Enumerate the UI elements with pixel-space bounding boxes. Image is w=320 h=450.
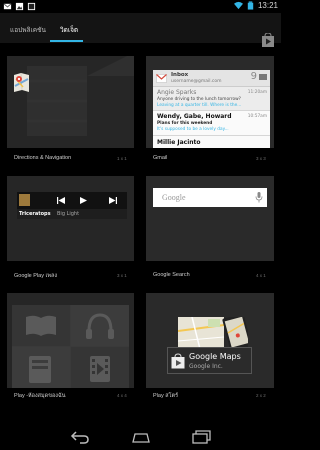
message-preview: Leaving at a quarter till. Where is the.… xyxy=(157,103,242,108)
gmail-inbox-label: Inbox xyxy=(171,72,189,78)
google-search-bar: Google xyxy=(153,188,267,207)
gmail-widget-card: Inbox username@gmail.com 9 Angie Sparks … xyxy=(153,70,270,148)
play-store-app-card: Google Maps Google Inc. xyxy=(167,347,252,374)
store-app-title: Google Maps xyxy=(189,352,241,361)
gmail-header: Inbox username@gmail.com 9 xyxy=(153,70,270,87)
play-store-bag-icon xyxy=(171,353,185,369)
wifi-icon xyxy=(233,1,243,10)
back-icon[interactable] xyxy=(70,430,90,444)
track-artist: Big Light xyxy=(57,211,80,217)
notification-icons xyxy=(3,2,36,11)
status-bar: 13:21 xyxy=(0,0,281,13)
music-controls xyxy=(17,192,127,209)
books-icon xyxy=(26,315,56,336)
message-subject: Plans for this weekend xyxy=(157,121,213,126)
message-preview: It's supposed to be a lovely day... xyxy=(157,127,229,132)
next-track-icon xyxy=(109,197,117,204)
widget-size: 1 x 1 xyxy=(117,156,127,161)
widget-size: 3 x 1 xyxy=(117,273,127,278)
gmail-icon xyxy=(3,3,12,10)
tab-bar: แอปพลิเคชัน วิดเจ็ต xyxy=(0,13,281,47)
gmail-logo-icon xyxy=(156,74,167,83)
gmail-unread-count: 9 xyxy=(250,71,257,82)
message-time: 11:20am xyxy=(247,90,267,95)
home-icon[interactable] xyxy=(131,430,151,444)
gmail-message: Angie Sparks 11:20am Anyone driving to t… xyxy=(153,87,270,111)
widget-size: 2 x 2 xyxy=(256,393,266,398)
tab-apps[interactable]: แอปพลิเคชัน xyxy=(10,25,46,35)
widget-size: 4 x 1 xyxy=(256,273,266,278)
play-icon xyxy=(80,197,87,204)
directions-bg-pattern xyxy=(27,56,134,136)
message-subject: Anyone driving to the lunch tomorrow? xyxy=(157,97,241,102)
store-app-developer: Google Inc. xyxy=(189,363,223,370)
navigation-bar xyxy=(0,425,281,450)
directions-app-icon xyxy=(14,73,29,92)
library-widget-grid xyxy=(12,305,129,388)
widget-caption: Google Play เพลง xyxy=(14,273,58,279)
widget-size: 4 x 4 xyxy=(117,393,127,398)
widget-size: 3 x 3 xyxy=(256,156,266,161)
message-sender: Millie Jacinto xyxy=(157,139,201,146)
widget-caption: Play สโตร์ xyxy=(153,393,179,399)
widget-directions-preview[interactable] xyxy=(7,56,134,148)
play-store-shortcut-icon[interactable] xyxy=(261,33,275,47)
widget-caption: Google Search xyxy=(153,272,190,278)
search-placeholder: Google xyxy=(162,193,186,202)
music-track-info: Triceratops Big Light xyxy=(17,209,127,219)
tab-widgets[interactable]: วิดเจ็ต xyxy=(60,25,78,35)
battery-icon xyxy=(247,1,254,10)
album-art xyxy=(19,194,30,206)
message-sender: Angie Sparks xyxy=(157,89,197,96)
library-icons xyxy=(12,305,129,388)
clock: 13:21 xyxy=(257,1,278,10)
recent-apps-icon[interactable] xyxy=(191,430,211,444)
previous-track-icon xyxy=(57,197,65,204)
widget-caption: Directions & Navigation xyxy=(14,155,72,161)
gallery-icon xyxy=(15,2,24,11)
message-sender: Wendy, Gabe, Howard xyxy=(157,113,232,120)
widget-caption: Play -ห้องสมุดของฉัน xyxy=(14,393,66,399)
microphone-icon xyxy=(255,192,263,203)
blackboard-icon xyxy=(27,2,36,11)
gmail-message: Wendy, Gabe, Howard 10:57am Plans for th… xyxy=(153,111,270,136)
track-title: Triceratops xyxy=(19,211,51,217)
message-time: 10:57am xyxy=(247,114,267,119)
gmail-account: username@gmail.com xyxy=(171,79,222,84)
compose-mail-icon xyxy=(259,74,267,80)
gmail-message: Millie Jacinto xyxy=(153,136,270,148)
movies-icon xyxy=(90,356,110,382)
magazines-icon xyxy=(29,356,51,383)
widget-caption: Gmail xyxy=(153,155,168,161)
tab-indicator xyxy=(50,40,83,42)
